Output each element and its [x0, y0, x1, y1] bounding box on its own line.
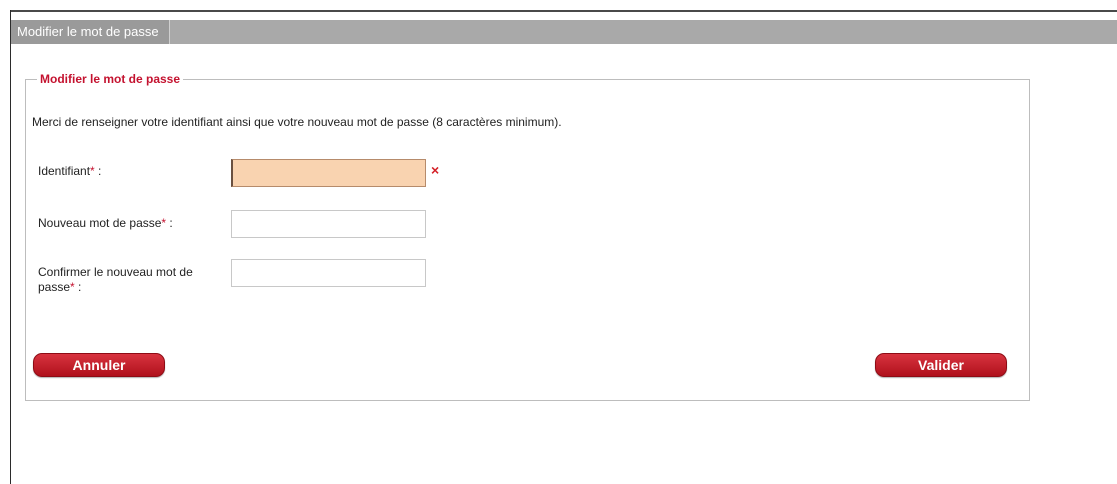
title-bar: Modifier le mot de passe	[11, 20, 1117, 44]
label-suffix: :	[166, 216, 173, 230]
confirm-password-input[interactable]	[231, 259, 426, 287]
identifiant-input[interactable]	[231, 159, 426, 187]
confirm-password-label-text: Confirmer le nouveau mot de passe	[38, 265, 193, 294]
confirm-password-label: Confirmer le nouveau mot de passe* :	[38, 265, 223, 295]
page: Modifier le mot de passe Modifier le mot…	[0, 0, 1117, 484]
error-cross-icon: ×	[431, 162, 440, 178]
new-password-label: Nouveau mot de passe* :	[38, 216, 173, 231]
form-instructions: Merci de renseigner votre identifiant ai…	[32, 115, 562, 129]
label-suffix: :	[74, 280, 82, 294]
window-title: Modifier le mot de passe	[11, 20, 170, 44]
cancel-button[interactable]: Annuler	[33, 353, 165, 377]
new-password-input[interactable]	[231, 210, 426, 238]
form-legend: Modifier le mot de passe	[37, 71, 184, 87]
label-suffix: :	[94, 164, 102, 178]
identifiant-label-text: Identifiant	[38, 164, 91, 178]
new-password-label-text: Nouveau mot de passe	[38, 216, 162, 230]
top-divider	[10, 10, 1117, 12]
identifiant-label: Identifiant* :	[38, 164, 101, 179]
submit-button[interactable]: Valider	[875, 353, 1007, 377]
left-divider	[10, 10, 11, 484]
